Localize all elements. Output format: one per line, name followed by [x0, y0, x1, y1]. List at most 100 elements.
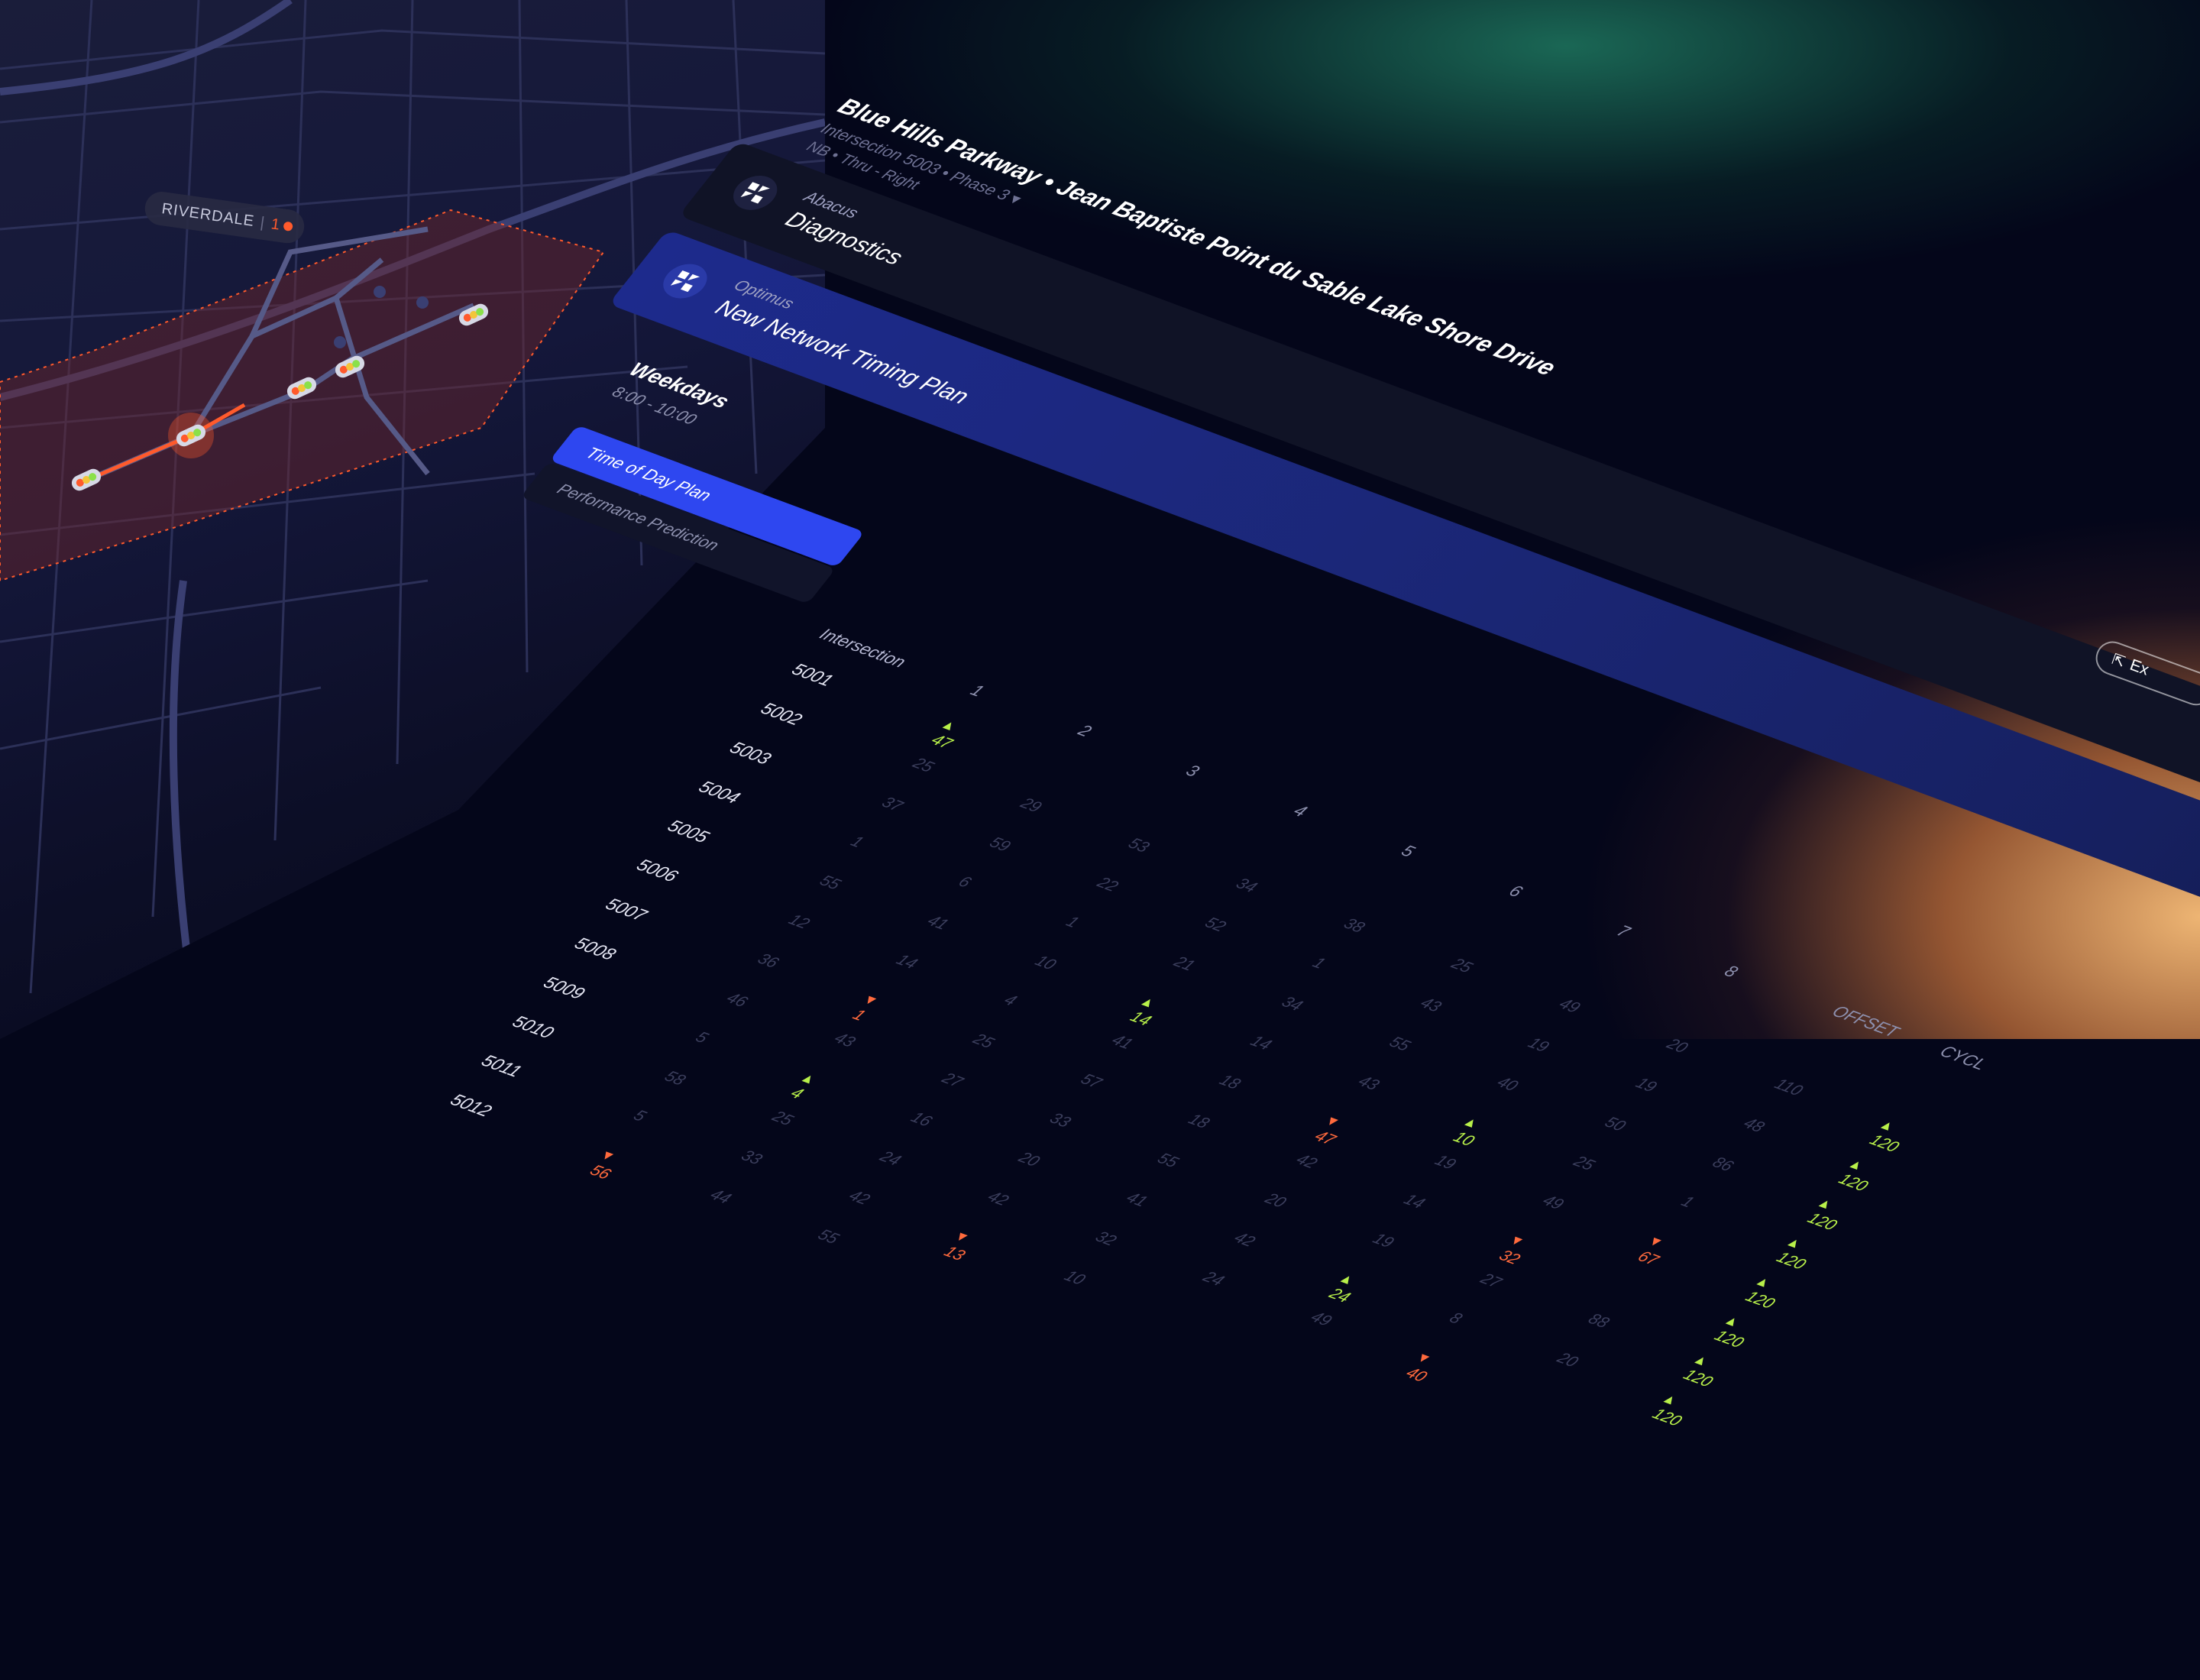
- table-cell: 21: [1170, 953, 1199, 975]
- table-cell: 34: [1277, 993, 1306, 1015]
- increase-arrow-icon: ▴: [798, 1069, 818, 1087]
- row-intersection-id[interactable]: 5010: [508, 1012, 558, 1042]
- increase-arrow-icon: ▴: [1660, 1390, 1680, 1408]
- table-cell: 59: [985, 834, 1014, 856]
- table-cell: 19: [1524, 1034, 1552, 1056]
- row-intersection-id[interactable]: 5002: [756, 699, 807, 730]
- increase-arrow-icon: ▴: [1138, 993, 1158, 1011]
- area-label-text: RIVERDALE: [160, 199, 256, 230]
- cell-value: 42: [845, 1187, 874, 1209]
- table-cell: 1: [1677, 1193, 1697, 1212]
- table-cell: 10: [1060, 1267, 1089, 1289]
- app-label: New Network Timing Plan: [710, 296, 975, 409]
- cell-value: 48: [1739, 1115, 1768, 1136]
- cell-value: 25: [909, 755, 938, 776]
- table-cell: 86: [1708, 1154, 1737, 1175]
- column-header[interactable]: CYCL: [1936, 1042, 1991, 1074]
- table-cell: 20: [1014, 1149, 1043, 1170]
- increase-arrow-icon: ▴: [1846, 1155, 1866, 1173]
- row-intersection-id[interactable]: 5004: [694, 777, 744, 808]
- table-cell: 25: [1569, 1153, 1598, 1174]
- table-cell: ▴ 120: [1834, 1155, 1884, 1196]
- table-cell: 19: [1632, 1074, 1661, 1096]
- row-intersection-id[interactable]: 5007: [601, 895, 652, 925]
- column-header[interactable]: 3: [1182, 761, 1203, 781]
- cell-value: 19: [1632, 1074, 1661, 1096]
- export-icon: ⇱: [2109, 650, 2128, 672]
- table-cell: 43: [830, 1030, 859, 1051]
- cell-value: 16: [907, 1109, 936, 1130]
- cell-value: 52: [1201, 914, 1230, 935]
- table-cell: ▾ 1: [849, 991, 882, 1025]
- table-cell: 55: [1385, 1034, 1414, 1055]
- row-intersection-id[interactable]: 5008: [570, 934, 620, 964]
- cell-value: 1: [1678, 1193, 1698, 1211]
- row-intersection-id[interactable]: 5001: [788, 659, 837, 690]
- cell-value: 120: [1835, 1170, 1872, 1195]
- table-cell: 6: [954, 873, 975, 892]
- cell-value: 53: [1124, 835, 1153, 856]
- table-cell: 52: [1201, 914, 1230, 936]
- table-cell: 12: [785, 911, 814, 933]
- cell-value: 12: [785, 911, 814, 933]
- table-cell: 25: [768, 1108, 797, 1129]
- table-cell: 20: [1261, 1190, 1289, 1212]
- table-cell: 25: [908, 755, 937, 776]
- cell-value: 55: [1385, 1033, 1414, 1055]
- table-cell: 43: [1354, 1073, 1383, 1094]
- table-cell: 58: [660, 1068, 689, 1089]
- increase-arrow-icon: ▴: [1723, 1312, 1742, 1330]
- table-cell: 46: [723, 989, 751, 1011]
- row-intersection-id[interactable]: 5003: [725, 738, 775, 769]
- cell-value: 49: [1555, 995, 1584, 1017]
- column-header[interactable]: 8: [1720, 962, 1742, 982]
- table-cell: 1: [846, 833, 867, 851]
- cell-value: 24: [1199, 1268, 1228, 1290]
- column-header[interactable]: 6: [1505, 882, 1526, 902]
- column-header[interactable]: OFFSET: [1828, 1002, 1903, 1041]
- abacus-logo-icon: [724, 170, 786, 215]
- cell-value: 25: [1570, 1153, 1599, 1174]
- column-header[interactable]: 7: [1613, 921, 1634, 941]
- table-cell: 42: [983, 1188, 1012, 1209]
- cell-value: 38: [1340, 915, 1369, 937]
- cell-value: 34: [1277, 993, 1306, 1015]
- row-intersection-id[interactable]: 5005: [663, 816, 713, 846]
- cell-value: 27: [1477, 1270, 1506, 1292]
- table-cell: 43: [1416, 995, 1445, 1016]
- column-header[interactable]: 4: [1289, 801, 1311, 821]
- row-intersection-id[interactable]: 5006: [632, 855, 682, 885]
- column-header[interactable]: 2: [1074, 721, 1095, 741]
- cell-value: 37: [878, 794, 907, 815]
- cell-value: 32: [1495, 1247, 1524, 1268]
- table-cell: 40: [1493, 1073, 1522, 1095]
- optimus-logo-icon: [655, 258, 716, 304]
- row-intersection-id[interactable]: 5011: [477, 1051, 526, 1082]
- cell-value: 55: [816, 872, 845, 893]
- cell-value: 24: [875, 1148, 905, 1170]
- cell-value: 42: [1292, 1151, 1321, 1172]
- badge-separator: |: [259, 213, 267, 231]
- cell-value: 49: [1306, 1308, 1336, 1330]
- row-intersection-id[interactable]: 5012: [446, 1090, 496, 1121]
- table-cell: 10: [1030, 953, 1060, 974]
- cell-value: 88: [1584, 1310, 1613, 1332]
- table-cell: 22: [1093, 874, 1121, 895]
- table-cell: 49: [1306, 1309, 1335, 1330]
- table-cell: 27: [938, 1070, 966, 1091]
- table-cell: 55: [815, 872, 844, 894]
- row-intersection-id[interactable]: 5009: [539, 973, 589, 1003]
- table-cell: 16: [907, 1109, 936, 1131]
- table-cell: ▴ 47: [927, 716, 969, 753]
- cell-value: 47: [927, 731, 956, 753]
- cell-value: 25: [1448, 955, 1477, 976]
- cell-value: 120: [1742, 1288, 1779, 1313]
- table-cell: 41: [1108, 1031, 1137, 1053]
- column-header[interactable]: 5: [1397, 841, 1419, 861]
- table-cell: ▾ 32: [1495, 1232, 1536, 1269]
- table-cell: ▴ 120: [1710, 1312, 1760, 1352]
- column-header[interactable]: 1: [966, 681, 988, 701]
- table-cell: 19: [1431, 1152, 1460, 1173]
- cell-value: 56: [586, 1161, 615, 1183]
- cell-value: 33: [1046, 1109, 1075, 1131]
